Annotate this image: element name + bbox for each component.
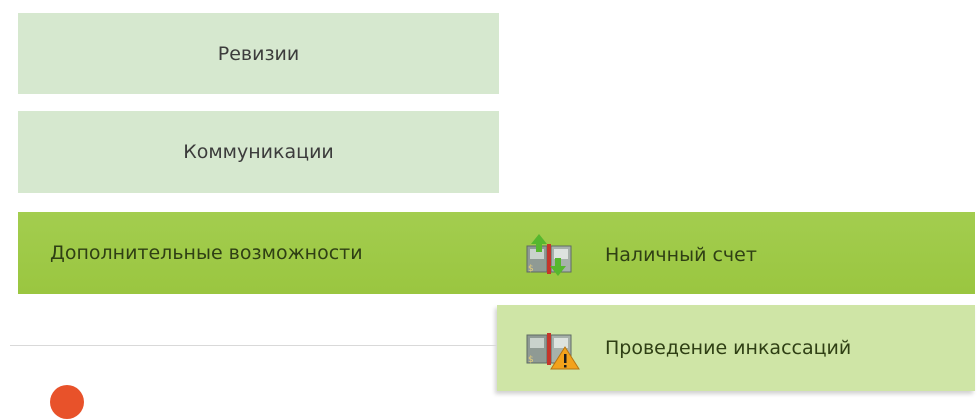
menu-item-communications-label: Коммуникации [183,141,334,163]
divider [10,345,497,346]
submenu-item-cash-account[interactable]: $ Наличный счет [497,212,975,298]
cash-account-icon: $ [521,232,585,278]
menu-item-revisions[interactable]: Ревизии [18,13,499,94]
submenu-item-collections[interactable]: $ Проведение инкассаций [497,305,975,391]
logo-icon [50,385,84,419]
menu-item-extra-features-label: Дополнительные возможности [50,242,363,264]
svg-text:$: $ [528,355,534,365]
menu-item-revisions-label: Ревизии [217,42,300,65]
submenu-item-collections-label: Проведение инкассаций [605,337,852,359]
svg-text:$: $ [528,264,534,274]
submenu-item-cash-account-label: Наличный счет [605,244,757,266]
menu-item-communications[interactable]: Коммуникации [18,111,499,193]
collection-warning-icon: $ [521,325,585,371]
